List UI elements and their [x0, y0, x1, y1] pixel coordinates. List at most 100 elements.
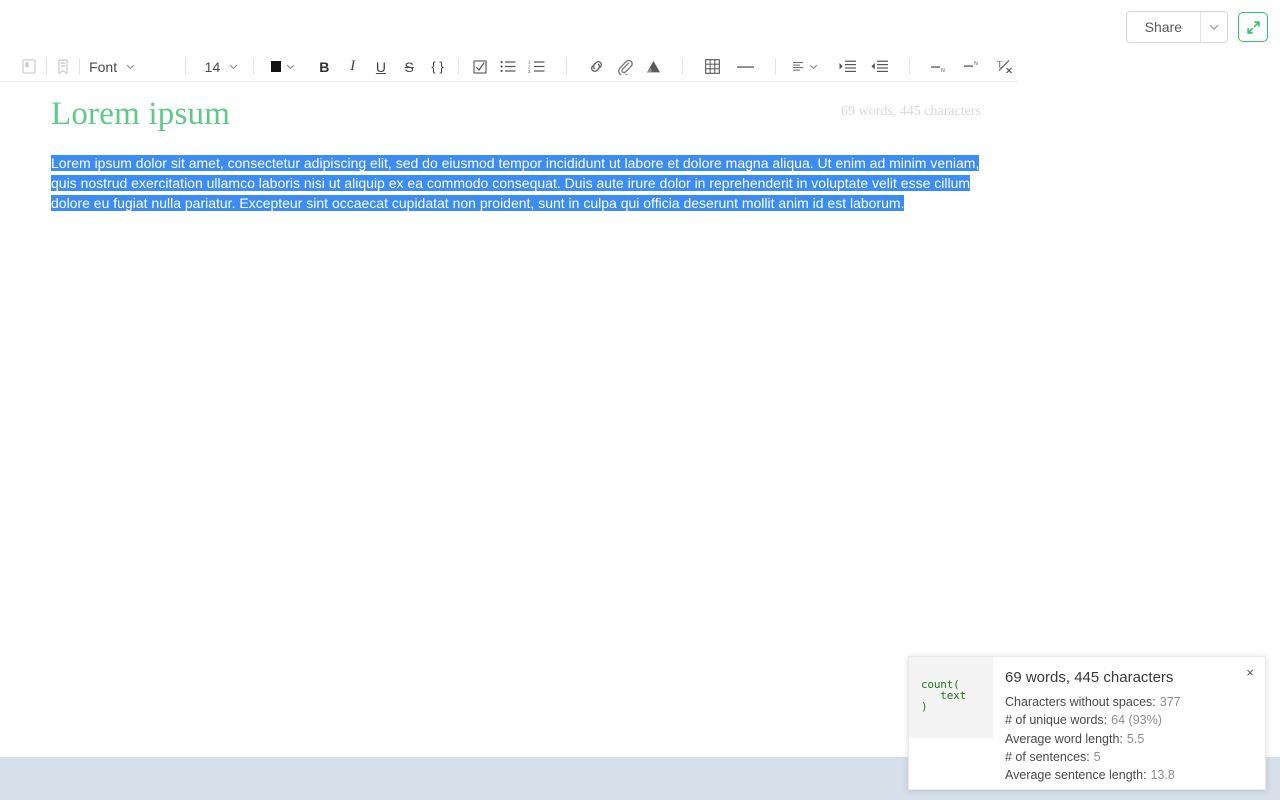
stats-row-value: 377	[1159, 695, 1181, 709]
count-text-logo: count( text )	[909, 657, 993, 738]
strikethrough-label: S	[404, 58, 414, 75]
toolbar-separator	[909, 58, 911, 75]
save-book-icon[interactable]	[17, 53, 41, 81]
stats-content: × 69 words, 445 characters Characters wi…	[993, 657, 1265, 789]
code-block-button[interactable]: { }	[426, 53, 450, 81]
strikethrough-button[interactable]: S	[397, 53, 421, 81]
bold-button[interactable]: B	[312, 53, 336, 81]
stats-row-label: Average word length:	[1005, 731, 1123, 746]
book-icon	[22, 59, 36, 74]
numbered-list-button[interactable]: 1 2 3	[525, 53, 549, 81]
italic-label: I	[350, 58, 356, 74]
superscript-button[interactable]: N	[960, 53, 984, 81]
chevron-down-icon	[126, 64, 135, 70]
subscript-icon: N	[931, 65, 945, 74]
stats-row-label: Characters without spaces:	[1005, 695, 1156, 709]
text-align-dropdown[interactable]	[792, 53, 818, 81]
toolbar-separator	[45, 58, 47, 75]
stats-row: Characters without spaces: 377	[1005, 693, 1255, 711]
font-family-label: Font	[89, 58, 118, 75]
bulleted-list-button[interactable]	[496, 53, 520, 81]
svg-text:N: N	[941, 68, 945, 74]
toolbar-separator	[774, 58, 776, 75]
horizontal-rule-icon	[736, 65, 754, 68]
stats-row-value: 5.5	[1126, 731, 1145, 746]
document-word-count: 69 words, 445 characters	[841, 104, 981, 119]
insert-link-button[interactable]	[584, 53, 608, 81]
code-label: { }	[431, 59, 444, 74]
tag-icon	[58, 59, 68, 74]
stats-row: Average sentence length: 13.8	[1005, 766, 1255, 784]
italic-button[interactable]: I	[341, 53, 365, 81]
clear-formatting-icon: T	[997, 60, 1012, 74]
increase-indent-button[interactable]	[835, 53, 859, 81]
paperclip-icon	[617, 59, 633, 75]
document-editor[interactable]: Lorem ipsum 69 words, 445 characters Lor…	[0, 82, 1017, 757]
document-header: Lorem ipsum 69 words, 445 characters	[0, 82, 1017, 140]
numbered-list-icon: 1 2 3	[528, 60, 545, 73]
checkbox-icon	[473, 59, 487, 74]
stats-row: Average word length: 5.5	[1005, 730, 1255, 748]
document-title[interactable]: Lorem ipsum	[51, 96, 230, 133]
stats-row: # of unique words: 64 (93%)	[1005, 711, 1255, 729]
text-color-picker[interactable]	[271, 53, 295, 81]
insert-table-button[interactable]	[701, 53, 725, 81]
stats-row-value: 64 (93%)	[1111, 713, 1162, 728]
drive-icon	[646, 60, 660, 72]
document-body[interactable]: Lorem ipsum dolor sit amet, consectetur …	[51, 153, 1008, 213]
top-bar-actions: Share	[1125, 11, 1268, 43]
chevron-down-icon	[229, 64, 238, 70]
share-button[interactable]: Share	[1126, 12, 1200, 42]
font-family-dropdown[interactable]: Font	[89, 53, 135, 81]
bookmark-tag-icon[interactable]	[51, 53, 75, 81]
chevron-down-icon	[809, 64, 818, 70]
stats-row-value: 5	[1093, 749, 1101, 764]
toolbar-separator	[185, 58, 186, 75]
stats-title: 69 words, 445 characters	[1005, 669, 1174, 686]
stats-row-list: Characters without spaces: 377 # of uniqu…	[1005, 693, 1255, 784]
bullet-list-icon	[500, 60, 516, 73]
expand-fullscreen-button[interactable]	[1238, 12, 1268, 42]
stats-row-label: # of unique words:	[1005, 713, 1108, 728]
underline-button[interactable]: U	[369, 53, 393, 81]
share-button-group: Share	[1125, 11, 1228, 43]
subscript-button[interactable]: N	[927, 53, 951, 81]
toolbar-separator	[79, 58, 80, 75]
svg-text:N: N	[974, 61, 978, 67]
chevron-down-icon	[286, 64, 295, 70]
font-size-dropdown[interactable]: 14	[203, 53, 238, 81]
close-icon[interactable]: ×	[1243, 665, 1257, 679]
font-size-label: 14	[204, 58, 221, 75]
share-dropdown-toggle[interactable]	[1200, 12, 1227, 42]
indent-decrease-icon	[871, 60, 889, 72]
stats-row-label: # of sentences:	[1005, 749, 1090, 764]
checklist-button[interactable]	[468, 53, 492, 81]
link-icon	[590, 61, 602, 72]
selected-text[interactable]: Lorem ipsum dolor sit amet, consectetur …	[51, 155, 980, 211]
stats-row-label: Average sentence length:	[1005, 768, 1147, 783]
decrease-indent-button[interactable]	[868, 53, 892, 81]
horizontal-rule-button[interactable]	[733, 53, 757, 81]
color-swatch-icon	[271, 61, 281, 72]
clear-formatting-button[interactable]: T	[993, 53, 1017, 81]
stats-row-value: 13.8	[1150, 768, 1175, 783]
attach-file-button[interactable]	[613, 53, 637, 81]
editor-toolbar: Font 14 B I U S { } 1 2 3 N N T	[0, 52, 1017, 82]
toolbar-separator	[682, 58, 684, 75]
toolbar-separator	[252, 58, 254, 75]
indent-increase-icon	[839, 60, 856, 72]
toolbar-separator	[458, 58, 460, 75]
table-icon	[705, 59, 720, 74]
svg-text:3: 3	[528, 69, 531, 73]
align-left-icon	[792, 62, 804, 71]
chevron-down-icon	[1209, 24, 1219, 30]
top-bar: Share	[0, 0, 1280, 52]
word-count-stats-panel: count( text ) × 69 words, 445 characters…	[908, 656, 1266, 790]
toolbar-separator	[566, 58, 567, 75]
count-text-logo-label: count( text )	[921, 678, 966, 713]
underline-label: U	[375, 58, 386, 75]
stats-row: # of sentences: 5	[1005, 748, 1255, 766]
bold-label: B	[319, 58, 330, 75]
superscript-icon: N	[964, 61, 978, 67]
insert-drive-file-button[interactable]	[641, 53, 665, 81]
